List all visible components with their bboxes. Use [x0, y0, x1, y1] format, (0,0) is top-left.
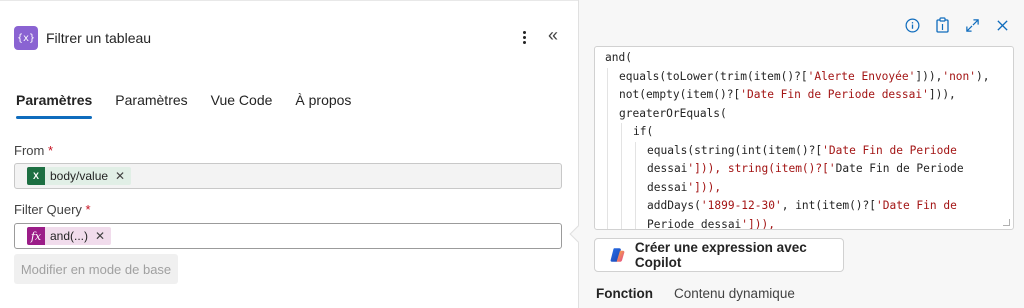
dynamic-content-token[interactable]: X body/value ✕: [27, 167, 132, 185]
code-text: dessai'])),: [647, 180, 722, 194]
action-settings-panel: {x} Filtrer un tableau « Paramètres Para…: [0, 0, 578, 308]
edit-basic-mode-button[interactable]: Modifier en mode de base: [14, 254, 178, 284]
indent-guide: [607, 123, 608, 142]
code-line: Periode dessai'])),: [595, 215, 1013, 230]
copilot-icon: [610, 248, 625, 262]
copilot-button-label: Créer une expression avec Copilot: [634, 240, 807, 270]
indent-guide: [621, 215, 622, 229]
code-text: addDays('1899-12-30', int(item()?['Date …: [647, 199, 957, 212]
settings-tabs: Paramètres Paramètres Vue Code À propos: [16, 91, 374, 119]
expression-token[interactable]: fx and(...) ✕: [27, 227, 112, 245]
required-marker: *: [47, 143, 54, 158]
code-line: and(: [595, 49, 1013, 68]
filter-array-action-icon: {x}: [14, 26, 38, 50]
indent-guide: [621, 160, 622, 179]
code-text: Periode dessai'])),: [647, 217, 775, 230]
more-vertical-icon: [522, 30, 526, 34]
from-input[interactable]: X body/value ✕: [14, 163, 562, 189]
indent-guide: [635, 197, 636, 216]
expand-icon[interactable]: [964, 17, 980, 33]
code-lines: and( equals(toLower(trim(item()?['Alerte …: [595, 47, 1013, 230]
indent-guide: [635, 160, 636, 179]
more-vertical-icon-dot: [522, 35, 526, 39]
more-vertical-icon-dot: [522, 40, 526, 44]
tab-settings[interactable]: Paramètres: [115, 91, 187, 119]
indent-guide: [607, 141, 608, 160]
indent-guide: [621, 178, 622, 197]
code-text: if(: [633, 125, 654, 138]
tab-dynamic-content[interactable]: Contenu dynamique: [674, 286, 795, 301]
fx-icon: fx: [27, 227, 45, 245]
indent-guide: [607, 86, 608, 105]
code-text: not(empty(item()?['Date Fin de Periode d…: [619, 88, 956, 101]
expression-code-editor[interactable]: and( equals(toLower(trim(item()?['Alerte …: [594, 46, 1014, 230]
collapse-panel-button[interactable]: «: [548, 25, 558, 46]
required-marker: *: [85, 202, 91, 217]
excel-icon: X: [27, 167, 45, 185]
code-text: equals(toLower(trim(item()?['Alerte Envo…: [619, 69, 990, 83]
code-line: if(: [595, 123, 1013, 142]
tab-parameters[interactable]: Paramètres: [16, 91, 93, 119]
code-text: equals(string(int(item()?['Date Fin de P…: [647, 143, 957, 157]
code-line: dessai'])), string(item()?['Date Fin de …: [595, 160, 1013, 179]
from-label: From *: [14, 143, 53, 158]
close-icon[interactable]: [994, 17, 1010, 33]
code-text: and(: [605, 51, 632, 64]
filter-query-label: Filter Query *: [14, 202, 91, 217]
filter-query-input[interactable]: fx and(...) ✕: [14, 223, 562, 249]
filter-query-label-text: Filter Query: [14, 202, 82, 217]
tab-function[interactable]: Fonction: [596, 286, 653, 301]
clipboard-icon[interactable]: [934, 17, 950, 33]
tab-about[interactable]: À propos: [295, 91, 351, 119]
indent-guide: [607, 104, 608, 123]
indent-guide: [635, 215, 636, 229]
indent-guide: [621, 141, 622, 160]
code-line: equals(string(int(item()?['Date Fin de P…: [595, 141, 1013, 160]
resize-handle[interactable]: [1003, 219, 1010, 226]
remove-token-icon[interactable]: ✕: [115, 169, 125, 183]
indent-guide: [607, 215, 608, 229]
code-line: addDays('1899-12-30', int(item()?['Date …: [595, 197, 1013, 216]
indent-guide: [607, 160, 608, 179]
from-label-text: From: [14, 143, 45, 158]
more-options-button[interactable]: [518, 27, 530, 47]
indent-guide: [607, 67, 608, 86]
panel-header: {x} Filtrer un tableau: [14, 25, 151, 51]
code-line: greaterOrEquals(: [595, 104, 1013, 123]
indent-guide: [621, 197, 622, 216]
panel-title[interactable]: Filtrer un tableau: [46, 30, 151, 46]
indent-guide: [635, 178, 636, 197]
code-line: dessai'])),: [595, 178, 1013, 197]
token-label: body/value: [50, 169, 109, 183]
create-expression-copilot-button[interactable]: Créer une expression avec Copilot: [594, 238, 844, 272]
tab-code-view[interactable]: Vue Code: [211, 91, 273, 119]
code-line: equals(toLower(trim(item()?['Alerte Envo…: [595, 67, 1013, 86]
editor-bottom-tabs: Fonction Contenu dynamique: [596, 286, 816, 301]
code-text: greaterOrEquals(: [619, 106, 727, 120]
indent-guide: [607, 197, 608, 216]
token-label: and(...): [50, 229, 89, 243]
info-icon[interactable]: [904, 17, 920, 33]
editor-toolbar: [904, 17, 1010, 33]
code-line: not(empty(item()?['Date Fin de Periode d…: [595, 86, 1013, 105]
indent-guide: [607, 178, 608, 197]
remove-token-icon[interactable]: ✕: [95, 229, 105, 243]
code-text: dessai'])), string(item()?['Date Fin de …: [647, 162, 964, 175]
indent-guide: [621, 123, 622, 142]
indent-guide: [635, 141, 636, 160]
